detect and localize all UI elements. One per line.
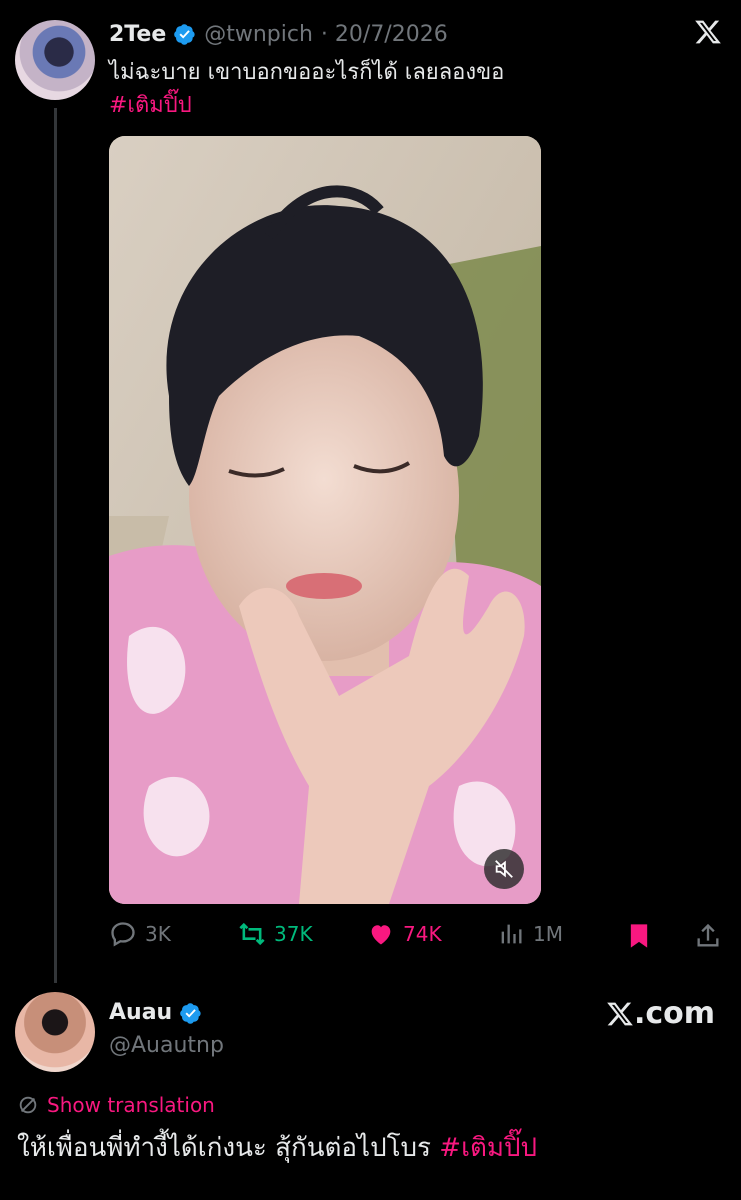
- reply-button[interactable]: 3K: [109, 916, 171, 952]
- verified-icon: [180, 1002, 201, 1024]
- repost-icon: [239, 922, 265, 946]
- video-frame: [109, 136, 541, 904]
- share-button[interactable]: [694, 918, 722, 954]
- avatar-auau[interactable]: [15, 992, 95, 1072]
- tweet-date[interactable]: · 20/7/2026: [321, 22, 448, 47]
- site-domain: .com: [634, 996, 716, 1031]
- bookmark-icon: [630, 924, 648, 948]
- show-translation-link[interactable]: Show translation: [17, 1093, 215, 1117]
- repost-count: 37K: [274, 922, 313, 946]
- hashtag-link[interactable]: #เติมปิ๊ป: [439, 1133, 537, 1163]
- author-handle[interactable]: @Auautnp: [109, 1033, 224, 1058]
- share-icon: [697, 923, 719, 947]
- tweet1-body: ไม่ฉะบาย เขาบอกขออะไรก็ได้ เลยลองขอ: [109, 60, 505, 85]
- like-count: 74K: [403, 922, 442, 946]
- tweet2-header: Auau: [109, 1000, 202, 1025]
- tweet2-body: ให้เพื่อนพี่ทำงี้ได้เก่งนะ สุ้กันต่อไปโบ…: [17, 1133, 440, 1163]
- translate-icon: [19, 1096, 37, 1114]
- hashtag-link[interactable]: #เติมปิ๊ป: [109, 89, 609, 122]
- like-button[interactable]: 74K: [367, 916, 442, 952]
- repost-button[interactable]: 37K: [238, 916, 313, 952]
- mute-icon: [495, 860, 513, 878]
- video-media[interactable]: [109, 136, 541, 904]
- x-logo-icon: [607, 1002, 633, 1025]
- tweet1-text: ไม่ฉะบาย เขาบอกขออะไรก็ได้ เลยลองขอ #เติ…: [109, 56, 609, 122]
- x-com-watermark: .com: [606, 996, 715, 1031]
- verified-icon: [174, 24, 195, 45]
- reply-icon: [111, 922, 135, 947]
- views-button[interactable]: 1M: [497, 916, 563, 952]
- author-handle[interactable]: @twnpich: [204, 22, 313, 47]
- views-count: 1M: [533, 922, 563, 946]
- like-icon: [371, 925, 391, 945]
- views-icon: [501, 924, 522, 944]
- x-logo-icon[interactable]: [694, 18, 722, 46]
- avatar-2tee[interactable]: [15, 20, 95, 100]
- mute-button[interactable]: [484, 849, 524, 889]
- tweet1-header: 2Tee @twnpich · 20/7/2026: [109, 18, 448, 50]
- tweet2-text: ให้เพื่อนพี่ทำงี้ได้เก่งนะ สุ้กันต่อไปโบ…: [17, 1128, 727, 1168]
- bookmark-button[interactable]: [625, 918, 653, 954]
- author-name[interactable]: Auau: [109, 1000, 172, 1025]
- thread-connector: [54, 108, 57, 983]
- show-translation-label: Show translation: [47, 1093, 215, 1117]
- author-name[interactable]: 2Tee: [109, 22, 166, 47]
- reply-count: 3K: [145, 922, 171, 946]
